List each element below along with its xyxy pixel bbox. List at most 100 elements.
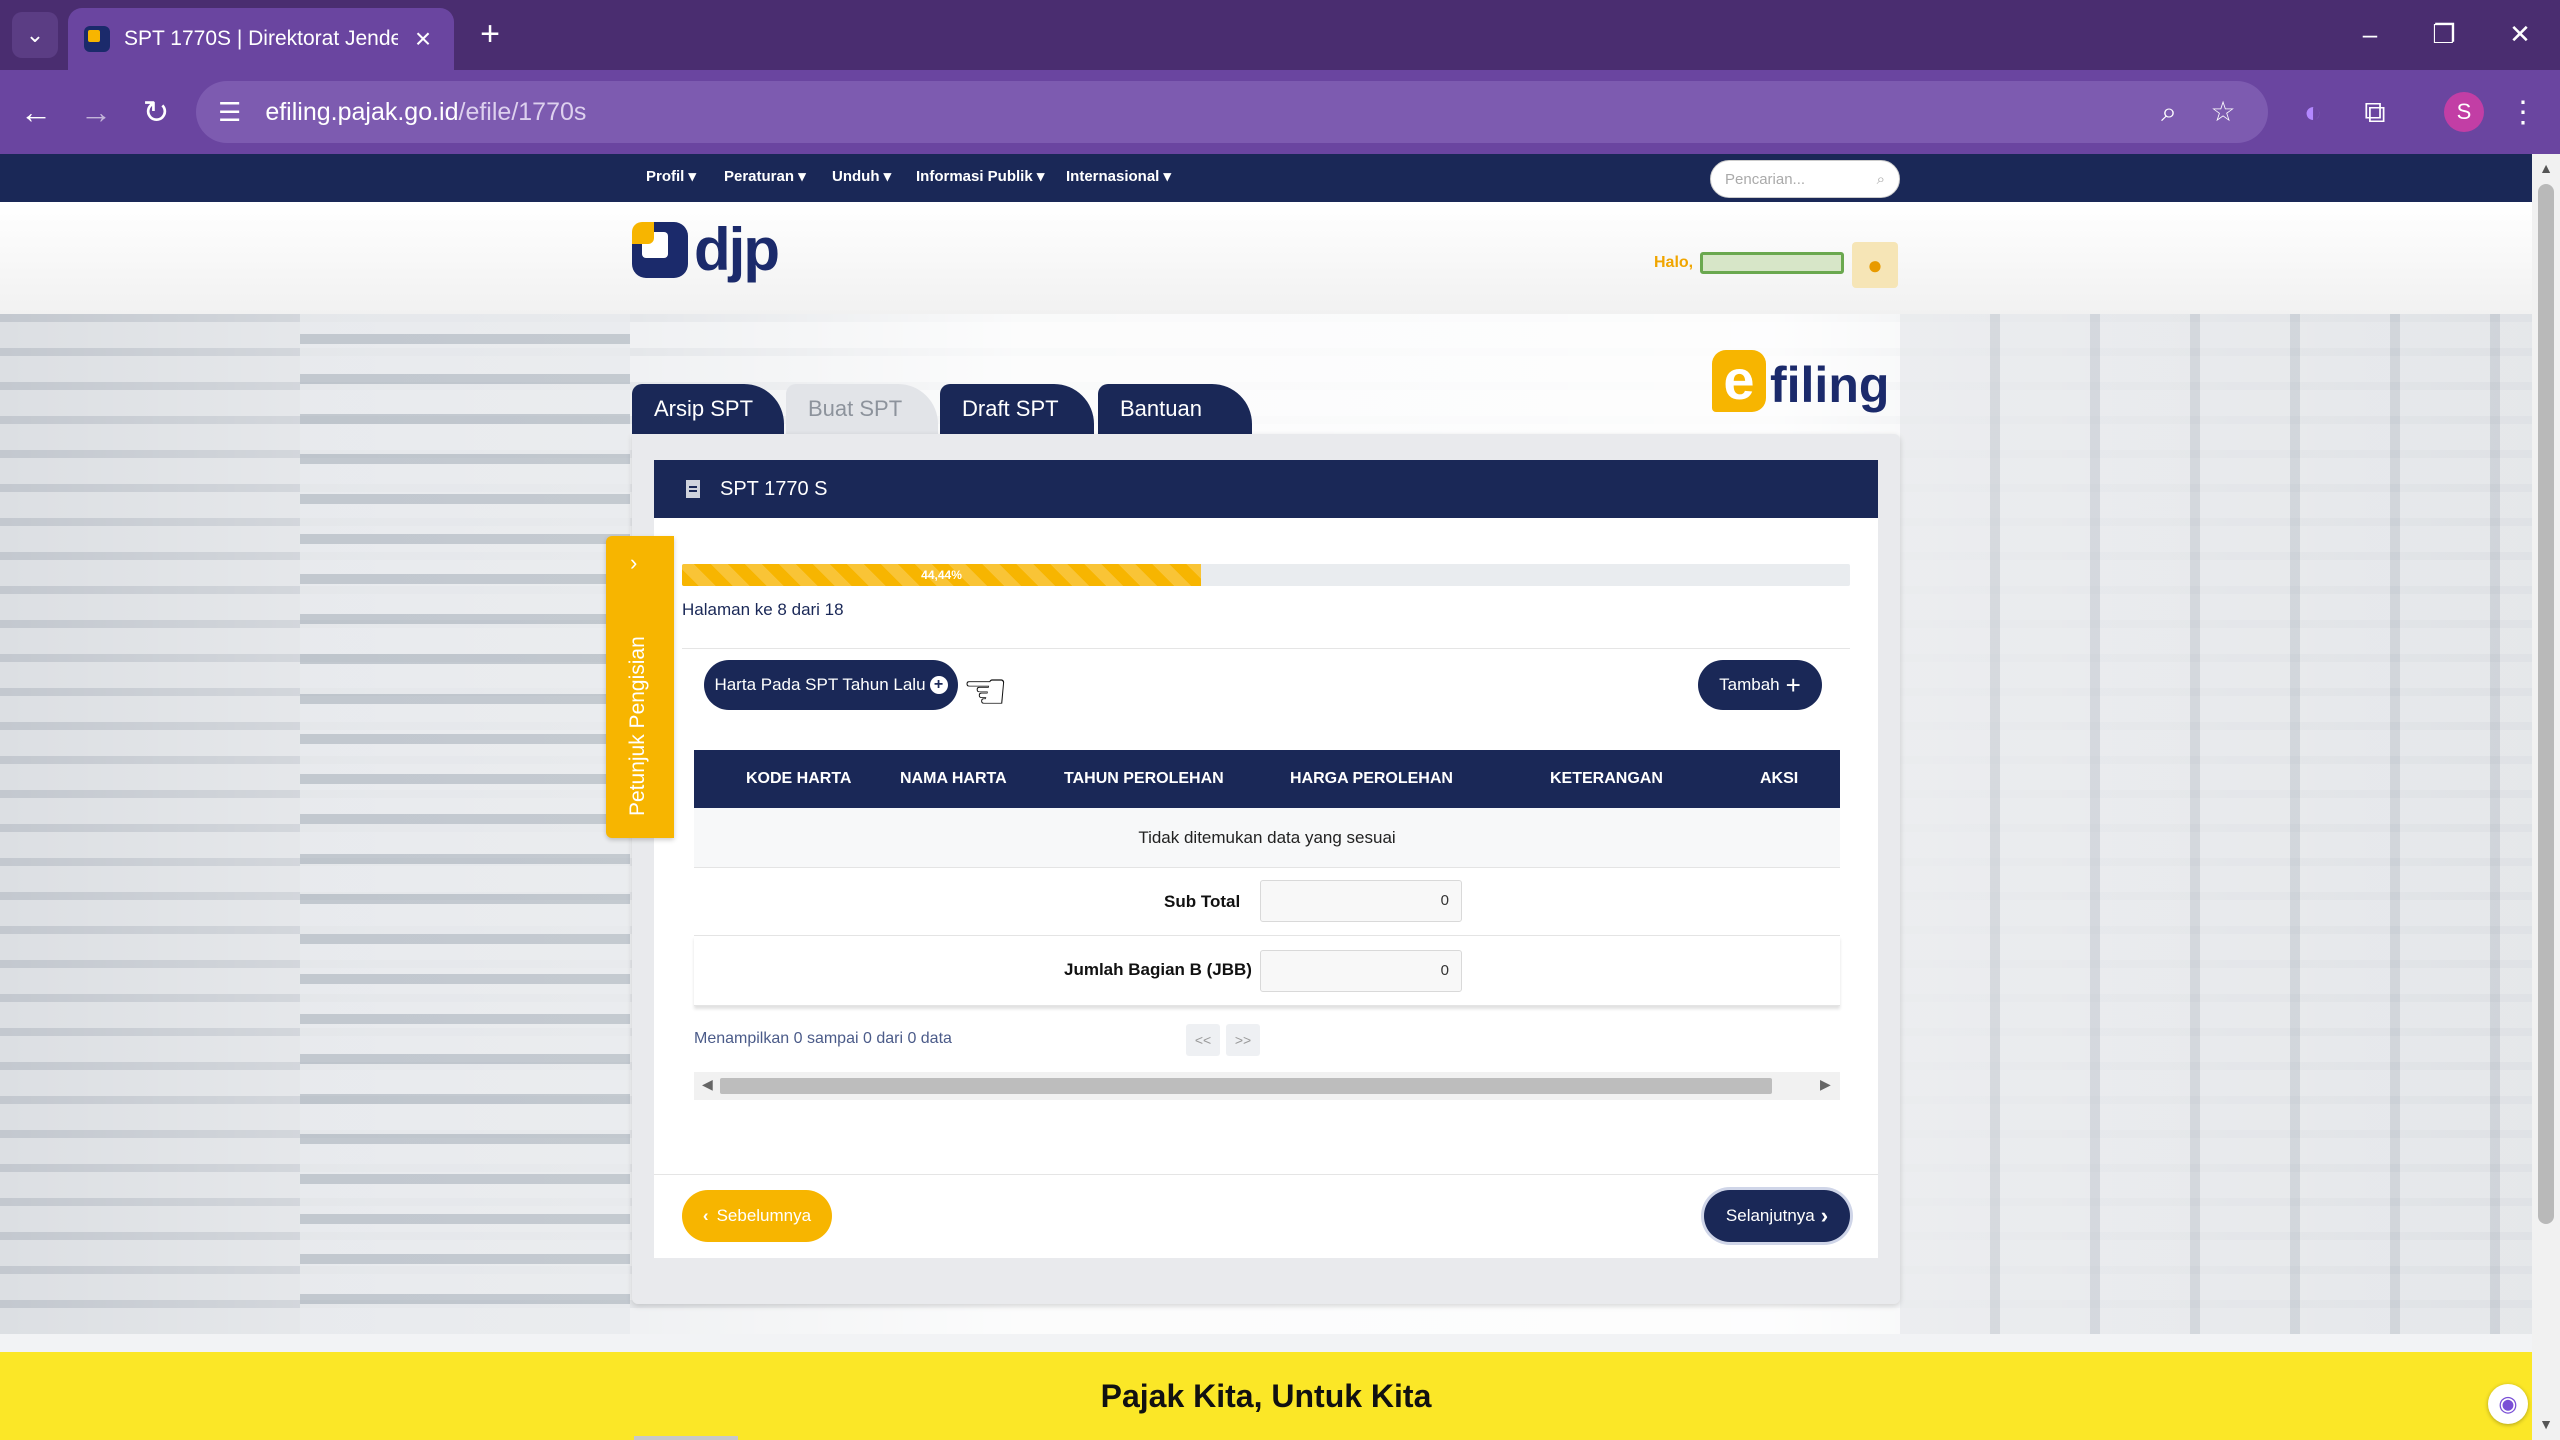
new-tab-icon[interactable]: + [470, 14, 510, 54]
nav-internasional[interactable]: Internasional ▾ [1066, 167, 1171, 185]
djp-favicon-icon [84, 26, 110, 52]
prior-year-assets-button[interactable]: Harta Pada SPT Tahun Lalu + [704, 660, 958, 710]
scroll-right-icon[interactable]: ▶ [1820, 1076, 1831, 1093]
chevron-left-icon: ‹ [702, 1206, 709, 1225]
chevron-right-icon: › [1820, 1203, 1829, 1228]
minimize-window-icon[interactable]: – [2340, 14, 2400, 54]
efiling-logo-e: e [1712, 350, 1766, 412]
plus-circle-icon: + [929, 676, 948, 694]
assets-table: KODE HARTA NAMA HARTA TAHUN PEROLEHAN HA… [694, 750, 1840, 1006]
page-viewport: Profil ▾ Peraturan ▾ Unduh ▾ Informasi P… [0, 154, 2532, 1440]
browser-tab-title: SPT 1770S | Direktorat Jenderal P [124, 27, 398, 50]
restore-window-icon[interactable]: ❐ [2414, 14, 2474, 54]
zoom-icon[interactable]: ⌕ [2146, 89, 2192, 135]
user-name-redacted [1700, 252, 1844, 274]
subtotal-field: 0 [1260, 880, 1462, 922]
tab-bantuan[interactable]: Bantuan [1098, 384, 1252, 434]
back-icon[interactable]: ← [14, 90, 58, 134]
chevron-right-icon: › [630, 550, 638, 575]
efiling-logo-text: filing [1770, 357, 1890, 413]
jbb-label: Jumlah Bagian B (JBB) [1064, 960, 1252, 979]
browser-tab-active[interactable]: SPT 1770S | Direktorat Jenderal P × [68, 8, 454, 70]
floating-assistant-icon[interactable]: ◉ [2488, 1384, 2528, 1424]
forward-icon[interactable]: → [74, 90, 118, 134]
page-info: Halaman ke 8 dari 18 [682, 600, 844, 619]
reload-icon[interactable]: ↻ [134, 90, 178, 134]
url-path: /efile/1770s [458, 97, 587, 126]
extension-gemini-icon[interactable]: ◐ [2290, 90, 2336, 136]
greeting-label: Halo, [1654, 254, 1694, 271]
pagination-info: Menampilkan 0 sampai 0 dari 0 data [694, 1030, 952, 1047]
spt-form-card: SPT 1770 S 44,44% Halaman ke 8 dari 18 H… [654, 460, 1878, 1258]
scroll-left-icon[interactable]: ◀ [702, 1076, 713, 1093]
tab-arsip-spt[interactable]: Arsip SPT [632, 384, 784, 434]
nav-peraturan[interactable]: Peraturan ▾ [724, 167, 806, 185]
table-horizontal-scrollbar[interactable]: ◀ ▶ [694, 1072, 1840, 1100]
scroll-down-icon[interactable]: ▼ [2538, 1416, 2554, 1432]
col-harga-perolehan: HARGA PEROLEHAN [1290, 770, 1453, 787]
col-tahun-perolehan: TAHUN PEROLEHAN [1064, 770, 1224, 787]
add-asset-label: Tambah [1719, 675, 1780, 694]
footer-banner: Pajak Kita, Untuk Kita [0, 1352, 2532, 1440]
empty-table-row: Tidak ditemukan data yang sesuai [694, 808, 1840, 868]
jbb-row: Jumlah Bagian B (JBB) 0 [694, 936, 1840, 1006]
filling-guide-tab[interactable]: › Petunjuk Pengisian [606, 536, 674, 838]
spt-panel: SPT 1770 S 44,44% Halaman ke 8 dari 18 H… [632, 434, 1900, 1304]
djp-logo[interactable]: djp [632, 216, 780, 283]
next-label: Selanjutnya [1725, 1206, 1815, 1225]
address-bar[interactable]: ☰ efiling.pajak.go.id/efile/1770s ⌕ ☆ [196, 81, 2268, 143]
document-icon [686, 480, 700, 498]
footer-slogan: Pajak Kita, Untuk Kita [1100, 1377, 1432, 1414]
jbb-field: 0 [1260, 950, 1462, 992]
previous-button[interactable]: ‹ Sebelumnya [682, 1190, 832, 1242]
tab-search-dropdown-icon[interactable]: ⌄ [12, 12, 58, 58]
footer-indicator [634, 1436, 738, 1440]
background-facade-image [1900, 314, 2532, 1334]
plus-icon: + [1785, 670, 1801, 700]
pager-next-button[interactable]: >> [1226, 1024, 1260, 1056]
nav-informasi-publik[interactable]: Informasi Publik ▾ [916, 167, 1044, 185]
search-icon[interactable]: ⌕ [1877, 171, 1885, 188]
divider [654, 1174, 1878, 1175]
subtotal-label: Sub Total [1164, 892, 1241, 911]
browser-menu-icon[interactable]: ⋮ [2500, 90, 2546, 136]
scroll-up-icon[interactable]: ▲ [2538, 160, 2554, 176]
url-host: efiling.pajak.go.id [265, 97, 459, 126]
close-window-icon[interactable]: ✕ [2490, 14, 2550, 54]
table-header: KODE HARTA NAMA HARTA TAHUN PEROLEHAN HA… [694, 750, 1840, 808]
tab-draft-spt[interactable]: Draft SPT [940, 384, 1094, 434]
form-header: SPT 1770 S [654, 460, 1878, 518]
next-button[interactable]: Selanjutnya › [1704, 1190, 1850, 1242]
site-info-icon[interactable]: ☰ [218, 97, 241, 128]
page-vertical-scrollbar[interactable]: ▲ ▼ [2532, 154, 2560, 1440]
user-account-icon[interactable]: ● [1852, 242, 1898, 288]
djp-logo-mark-icon [632, 222, 688, 278]
col-aksi: AKSI [1760, 770, 1799, 787]
extensions-puzzle-icon[interactable]: ⧉ [2352, 90, 2398, 136]
background-tower-image [300, 314, 630, 1334]
profile-avatar[interactable]: S [2444, 92, 2484, 132]
tab-buat-spt[interactable]: Buat SPT [786, 384, 938, 434]
nav-profil[interactable]: Profil ▾ [646, 167, 696, 185]
pager-prev-button[interactable]: << [1186, 1024, 1220, 1056]
scrollbar-thumb[interactable] [720, 1078, 1772, 1094]
progress-bar: 44,44% [682, 564, 1850, 586]
add-asset-button[interactable]: Tambah + [1698, 660, 1822, 710]
search-placeholder: Pencarian... [1725, 170, 1806, 188]
prior-year-assets-label: Harta Pada SPT Tahun Lalu [714, 675, 926, 694]
nav-unduh[interactable]: Unduh ▾ [832, 167, 891, 185]
url-text: efiling.pajak.go.id/efile/1770s [265, 98, 586, 127]
efiling-logo: e filing [1712, 350, 1889, 412]
djp-logo-text: djp [694, 216, 780, 283]
form-title: SPT 1770 S [720, 477, 828, 500]
col-keterangan: KETERANGAN [1550, 770, 1663, 787]
bookmark-star-icon[interactable]: ☆ [2200, 89, 2246, 135]
browser-tab-strip: ⌄ SPT 1770S | Direktorat Jenderal P × + … [0, 0, 2560, 70]
col-nama-harta: NAMA HARTA [900, 770, 1007, 787]
page-scrollbar-thumb[interactable] [2538, 184, 2554, 1224]
site-header: djp Halo, ● [0, 202, 2532, 314]
close-tab-icon[interactable]: × [408, 23, 438, 55]
subtotal-row: Sub Total 0 [694, 868, 1840, 936]
site-search-input[interactable]: Pencarian... ⌕ [1710, 160, 1900, 198]
previous-label: Sebelumnya [716, 1206, 812, 1225]
